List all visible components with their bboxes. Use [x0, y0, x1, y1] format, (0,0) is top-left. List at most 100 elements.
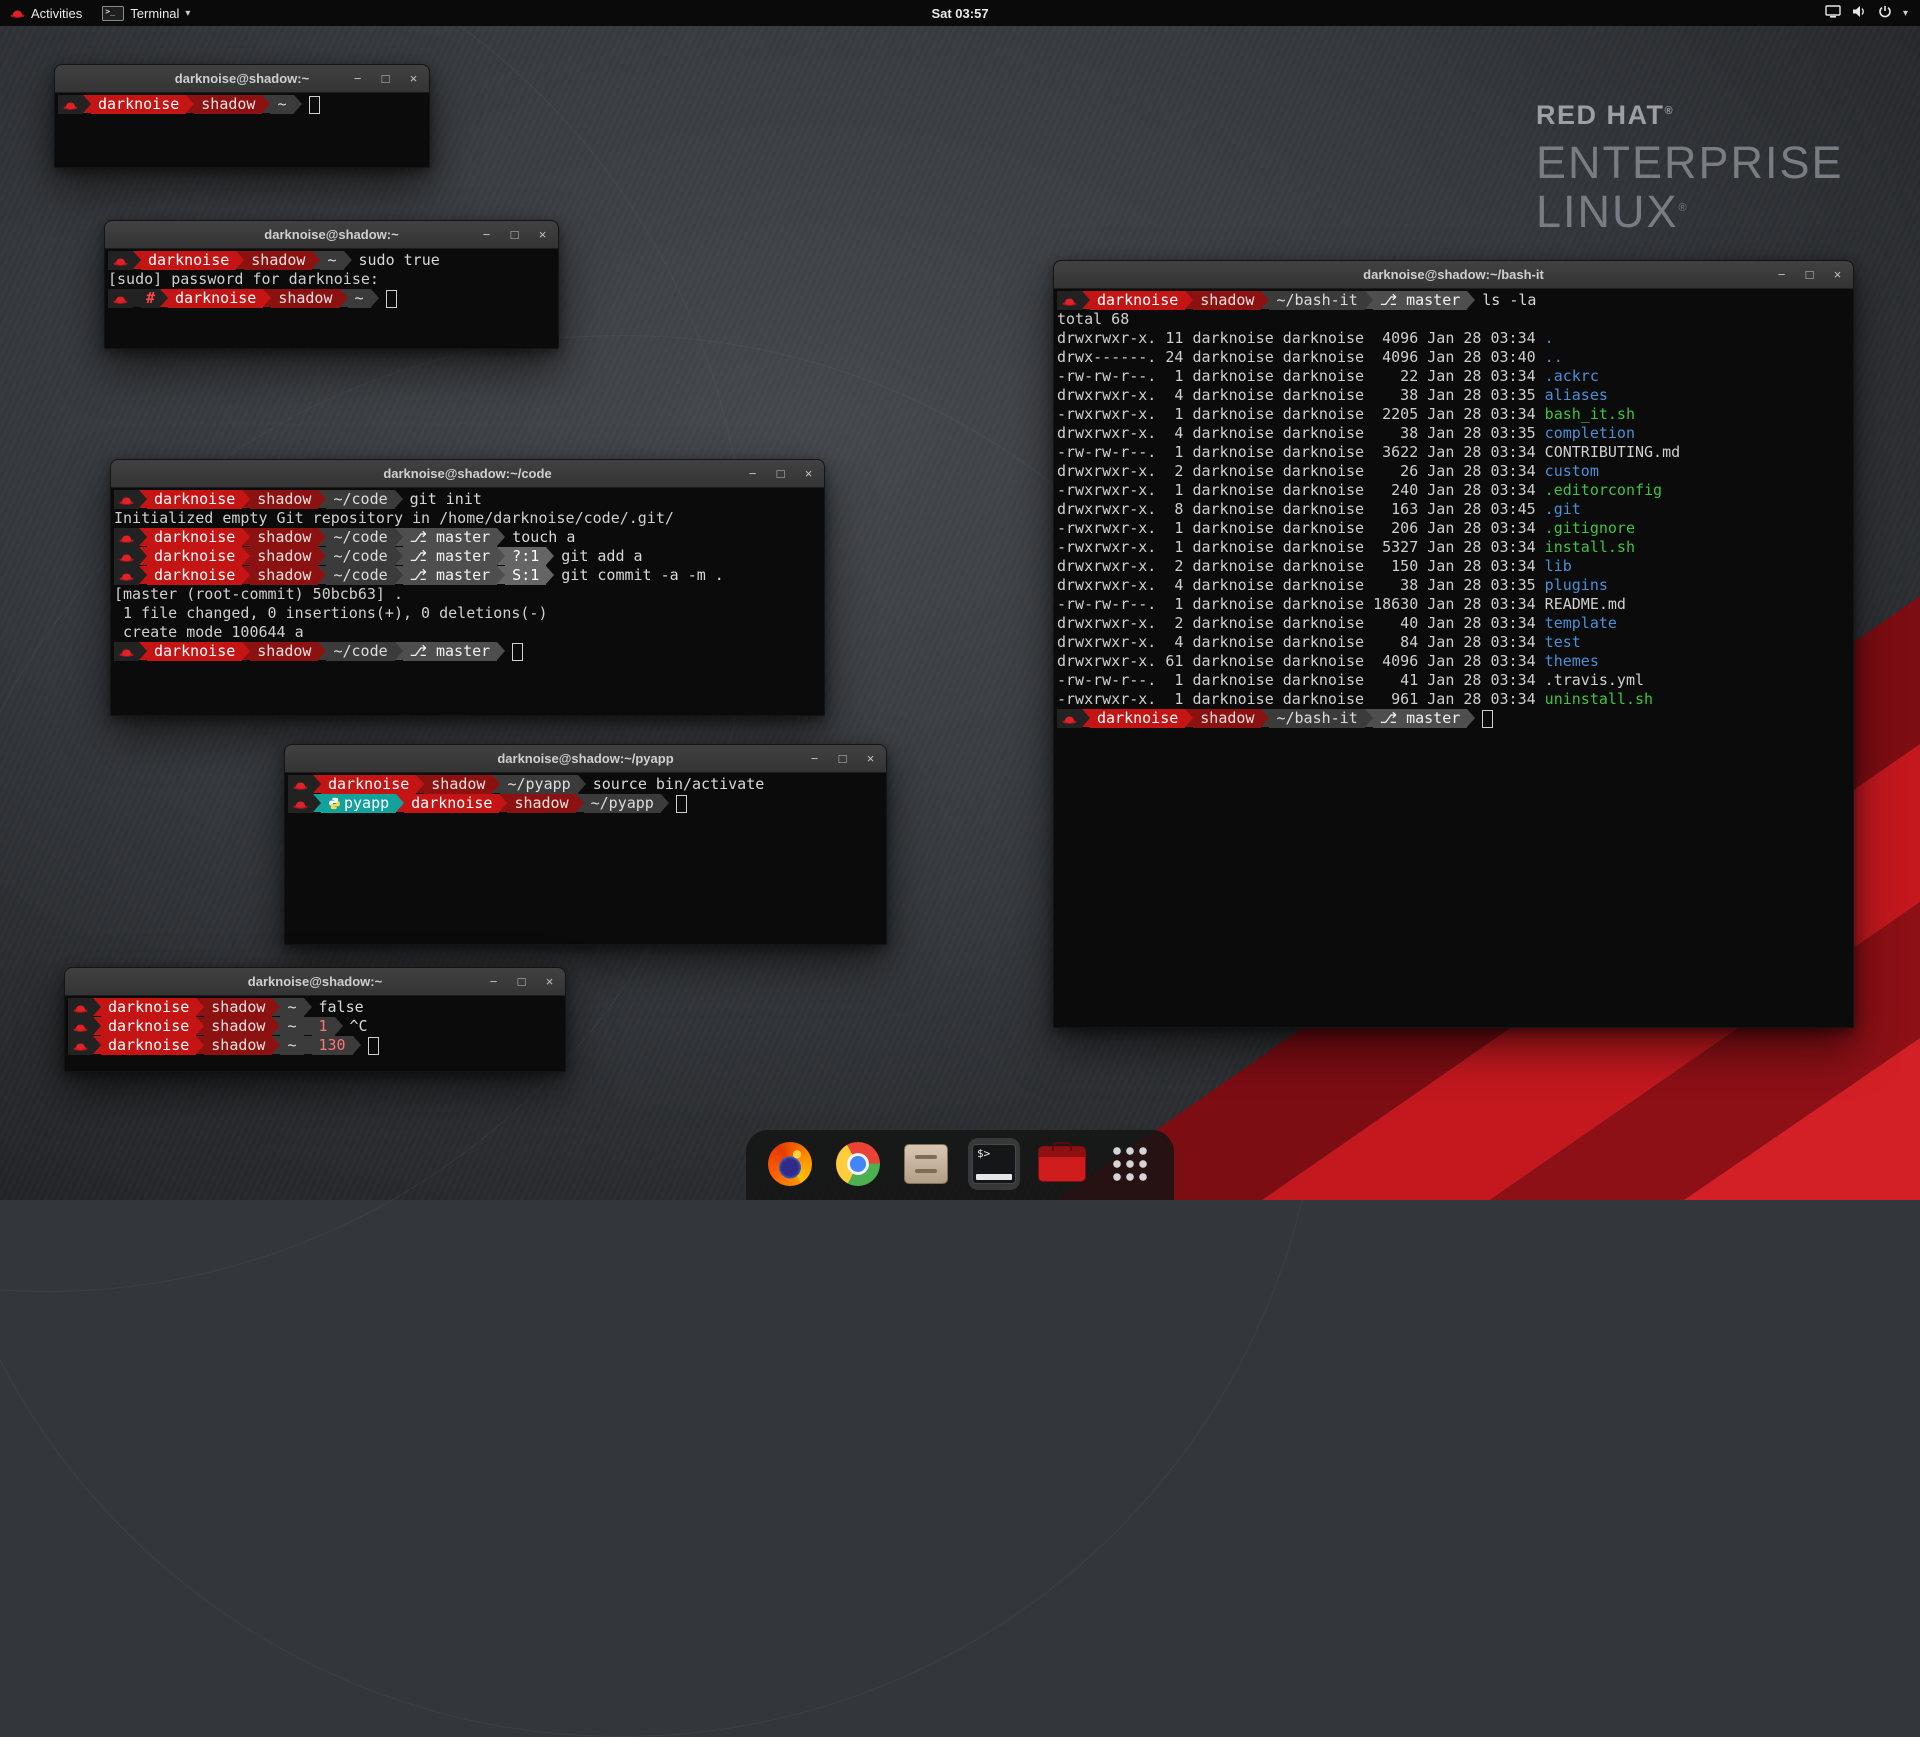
- window-titlebar[interactable]: darknoise@shadow:~ − □ ×: [105, 221, 558, 249]
- powerline-separator-icon: [133, 289, 141, 307]
- powerline-separator-icon: [242, 566, 250, 584]
- minimize-button[interactable]: −: [746, 466, 759, 481]
- close-button[interactable]: ×: [543, 974, 556, 989]
- output-text: create mode 100644 a: [114, 623, 304, 642]
- app-menu-terminal[interactable]: Terminal ▾: [92, 0, 200, 26]
- prompt-segment-exit: 1: [312, 1017, 335, 1036]
- terminal-line: [sudo] password for darknoise:: [108, 270, 555, 289]
- terminal-window-6[interactable]: darknoise@shadow:~/bash-it − □ × darknoi…: [1053, 260, 1854, 1028]
- prompt-segment-user: darknoise: [321, 775, 416, 794]
- terminal-window-5[interactable]: darknoise@shadow:~ − □ × darknoiseshadow…: [64, 967, 566, 1072]
- minimize-button[interactable]: −: [808, 751, 821, 766]
- terminal-screen[interactable]: darknoiseshadow~/bash-it⎇ masterls -lato…: [1054, 289, 1853, 1027]
- terminal-screen[interactable]: darknoiseshadow~/codegit initInitialized…: [111, 488, 824, 715]
- dock-item-firefox[interactable]: [764, 1138, 816, 1190]
- powerline-separator-icon: [139, 642, 147, 660]
- output-text: drwxrwxr-x. 61 darknoise darknoise 4096 …: [1057, 652, 1545, 671]
- close-button[interactable]: ×: [864, 751, 877, 766]
- window-titlebar[interactable]: darknoise@shadow:~/pyapp − □ ×: [285, 745, 886, 773]
- prompt-segment-host: shadow: [1193, 291, 1261, 310]
- powerline-separator-icon: [497, 566, 505, 584]
- terminal-window-3[interactable]: darknoise@shadow:~/code − □ × darknoises…: [110, 459, 825, 716]
- window-titlebar[interactable]: darknoise@shadow:~ − □ ×: [65, 968, 565, 996]
- prompt-segment-user: darknoise: [101, 998, 196, 1017]
- output-text: drwxrwxr-x. 2 darknoise darknoise 26 Jan…: [1057, 462, 1545, 481]
- dock-item-chrome[interactable]: [832, 1138, 884, 1190]
- maximize-button[interactable]: □: [515, 974, 528, 989]
- maximize-button[interactable]: □: [1803, 267, 1816, 282]
- powerline-separator-icon: [1365, 709, 1373, 727]
- minimize-button[interactable]: −: [480, 227, 493, 242]
- window-title: darknoise@shadow:~: [175, 71, 309, 86]
- output-text: -rw-rw-r--. 1 darknoise darknoise 18630 …: [1057, 595, 1545, 614]
- terminal-line: darknoiseshadow~1^C: [68, 1017, 562, 1036]
- prompt-segment-hat: [1057, 709, 1082, 728]
- powerline-separator-icon: [371, 289, 379, 307]
- minimize-button[interactable]: −: [351, 71, 364, 86]
- terminal-line: darknoiseshadow~/code⎇ masterS:1git comm…: [114, 566, 821, 585]
- maximize-button[interactable]: □: [836, 751, 849, 766]
- powerline-separator-icon: [294, 95, 302, 113]
- prompt-segment-git: ⎇ master: [403, 566, 498, 585]
- prompt-segment-user: darknoise: [141, 251, 236, 270]
- output-text: .travis.yml: [1545, 671, 1644, 690]
- powerline-separator-icon: [318, 566, 326, 584]
- dock-item-app-grid[interactable]: [1104, 1138, 1156, 1190]
- terminal-screen[interactable]: darknoiseshadow~sudo true[sudo] password…: [105, 249, 558, 348]
- prompt-segment-hat: [114, 566, 139, 585]
- maximize-button[interactable]: □: [379, 71, 392, 86]
- output-text: -rw-rw-r--. 1 darknoise darknoise 22 Jan…: [1057, 367, 1545, 386]
- powerline-separator-icon: [1261, 291, 1269, 309]
- terminal-screen[interactable]: darknoiseshadow~: [55, 93, 429, 167]
- close-button[interactable]: ×: [1831, 267, 1844, 282]
- command-text: source bin/activate: [586, 775, 765, 794]
- dock-item-terminal[interactable]: [968, 1138, 1020, 1190]
- redhat-icon: [73, 1022, 88, 1032]
- close-button[interactable]: ×: [802, 466, 815, 481]
- minimize-button[interactable]: −: [1775, 267, 1788, 282]
- powerline-separator-icon: [83, 95, 91, 113]
- clock[interactable]: Sat 03:57: [931, 6, 988, 21]
- prompt-segment-git: ⎇ master: [1373, 291, 1468, 310]
- dock-item-files[interactable]: [900, 1138, 952, 1190]
- close-button[interactable]: ×: [407, 71, 420, 86]
- prompt-segment-hat: [288, 775, 313, 794]
- dock-item-toolbox[interactable]: [1036, 1138, 1088, 1190]
- activities-button[interactable]: Activities: [0, 0, 92, 26]
- powerline-separator-icon: [497, 547, 505, 565]
- terminal-screen[interactable]: darknoiseshadow~falsedarknoiseshadow~1^C…: [65, 996, 565, 1071]
- redhat-icon: [119, 571, 134, 581]
- window-titlebar[interactable]: darknoise@shadow:~/code − □ ×: [111, 460, 824, 488]
- power-icon: [1878, 5, 1892, 22]
- minimize-button[interactable]: −: [487, 974, 500, 989]
- terminal-window-4[interactable]: darknoise@shadow:~/pyapp − □ × darknoise…: [284, 744, 887, 945]
- app-menu-label: Terminal: [130, 6, 179, 21]
- close-button[interactable]: ×: [536, 227, 549, 242]
- terminal-window-2[interactable]: darknoise@shadow:~ − □ × darknoiseshadow…: [104, 220, 559, 349]
- python-icon: [328, 797, 341, 810]
- output-text: drwxrwxr-x. 8 darknoise darknoise 163 Ja…: [1057, 500, 1545, 519]
- output-text: ..: [1545, 348, 1563, 367]
- output-text: -rw-rw-r--. 1 darknoise darknoise 41 Jan…: [1057, 671, 1545, 690]
- command-text: git commit -a -m .: [554, 566, 724, 585]
- terminal-window-1[interactable]: darknoise@shadow:~ − □ × darknoiseshadow…: [54, 64, 430, 168]
- window-titlebar[interactable]: darknoise@shadow:~/bash-it − □ ×: [1054, 261, 1853, 289]
- window-titlebar[interactable]: darknoise@shadow:~ − □ ×: [55, 65, 429, 93]
- powerline-separator-icon: [139, 528, 147, 546]
- powerline-separator-icon: [395, 566, 403, 584]
- prompt-segment-hat: [1057, 291, 1082, 310]
- powerline-separator-icon: [242, 642, 250, 660]
- terminal-screen[interactable]: darknoiseshadow~/pyappsource bin/activat…: [285, 773, 886, 944]
- maximize-button[interactable]: □: [508, 227, 521, 242]
- prompt-segment-git: ⎇ master: [403, 547, 498, 566]
- powerline-separator-icon: [395, 490, 403, 508]
- powerline-separator-icon: [499, 794, 507, 812]
- terminal-line: pyappdarknoiseshadow~/pyapp: [288, 794, 883, 813]
- system-status-area[interactable]: ▾: [1817, 0, 1916, 26]
- prompt-segment-hat: [68, 1036, 93, 1055]
- powerline-separator-icon: [318, 642, 326, 660]
- prompt-segment-path: ~/code: [326, 547, 394, 566]
- output-text: CONTRIBUTING.md: [1545, 443, 1680, 462]
- maximize-button[interactable]: □: [774, 466, 787, 481]
- output-text: [sudo] password for darknoise:: [108, 270, 379, 289]
